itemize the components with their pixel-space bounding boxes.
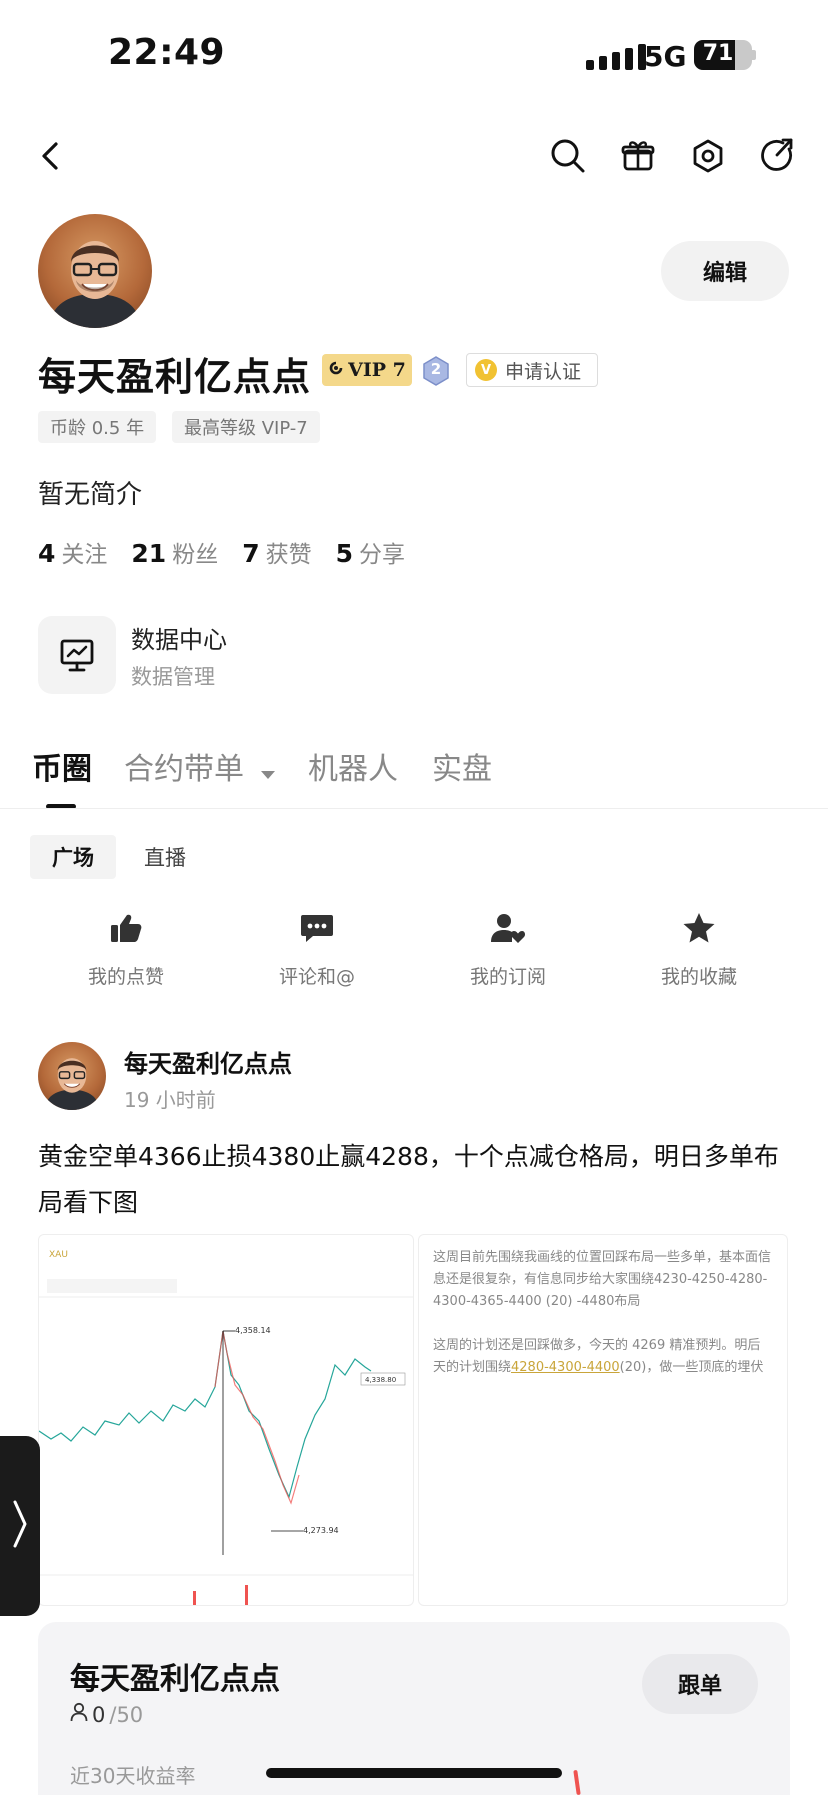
comments-mentions-label: 评论和@ bbox=[278, 966, 355, 988]
level-number: 2 bbox=[430, 360, 442, 378]
verify-button[interactable]: V 申请认证 bbox=[466, 353, 598, 387]
copy-trade-max: /50 bbox=[109, 1702, 144, 1727]
copy-trade-current: 0 bbox=[92, 1702, 106, 1727]
post-timestamp: 19 小时前 bbox=[124, 1088, 216, 1112]
chart-high-label: 4,358.14 bbox=[235, 1326, 271, 1335]
stat-followers[interactable]: 21 粉丝 bbox=[131, 535, 218, 569]
bio: 暂无简介 bbox=[38, 480, 143, 510]
note-highlight: 4280-4300-4400 bbox=[511, 1360, 620, 1375]
tab-crypto-circle[interactable]: 币圈 bbox=[32, 744, 92, 788]
my-subscriptions-action[interactable]: 我的订阅 bbox=[438, 912, 578, 989]
tab-live-account[interactable]: 实盘 bbox=[432, 744, 492, 788]
stat-following-count: 4 bbox=[38, 539, 56, 568]
username: 每天盈利亿点点 bbox=[38, 355, 312, 399]
side-drawer-handle[interactable] bbox=[0, 1436, 40, 1616]
stat-likes[interactable]: 7 获赞 bbox=[242, 535, 311, 569]
subtab-live[interactable]: 直播 bbox=[122, 835, 208, 879]
search-icon[interactable] bbox=[546, 134, 590, 178]
person-icon bbox=[70, 1702, 88, 1727]
edit-button[interactable]: 编辑 bbox=[661, 241, 789, 301]
battery-level: 71 bbox=[702, 41, 734, 66]
avatar[interactable] bbox=[38, 214, 152, 328]
data-center-icon[interactable] bbox=[38, 616, 116, 694]
battery-icon: 71 bbox=[694, 40, 752, 70]
vip-badge: VIP 7 bbox=[322, 354, 412, 386]
verify-label: 申请认证 bbox=[505, 360, 582, 383]
comments-mentions-action[interactable]: 评论和@ bbox=[247, 912, 387, 989]
user-subscribe-icon bbox=[490, 912, 526, 948]
thumbs-up-icon bbox=[109, 912, 143, 948]
status-time: 22:49 bbox=[108, 32, 226, 73]
stat-following-label: 关注 bbox=[61, 542, 108, 568]
caret-down-icon bbox=[260, 753, 276, 788]
chart-symbol: XAU bbox=[49, 1250, 68, 1260]
verified-icon: V bbox=[475, 359, 497, 381]
stat-shares-count: 5 bbox=[335, 539, 354, 568]
post-image-note[interactable]: 这周目前先围绕我画线的位置回踩布局一些多单，基本面信息还是很复杂，有信息同步给大… bbox=[418, 1234, 788, 1606]
chevron-right-icon bbox=[11, 1498, 29, 1554]
star-icon bbox=[682, 912, 716, 948]
subtab-square[interactable]: 广场 bbox=[30, 835, 116, 879]
stat-shares[interactable]: 5 分享 bbox=[336, 535, 405, 569]
copy-trade-name[interactable]: 每天盈利亿点点 bbox=[70, 1654, 280, 1698]
battery-tip bbox=[752, 50, 756, 60]
note-paragraph-2: 这周的计划还是回踩做多，今天的 4269 精准预判。明后天的计划围绕4280-4… bbox=[433, 1335, 773, 1379]
note-paragraph-1: 这周目前先围绕我画线的位置回踩布局一些多单，基本面信息还是很复杂，有信息同步给大… bbox=[433, 1250, 772, 1309]
return-30d-label: 近30天收益率 bbox=[70, 1764, 196, 1788]
my-likes-label: 我的点赞 bbox=[87, 966, 164, 988]
post-author-avatar[interactable] bbox=[38, 1042, 106, 1110]
stat-followers-label: 粉丝 bbox=[172, 542, 219, 568]
network-type: 5G bbox=[644, 40, 687, 73]
stat-likes-label: 获赞 bbox=[265, 542, 312, 568]
home-indicator[interactable] bbox=[266, 1768, 562, 1778]
my-favorites-label: 我的收藏 bbox=[660, 966, 737, 988]
copy-trade-count: 0/50 bbox=[70, 1702, 143, 1727]
follow-trade-button[interactable]: 跟单 bbox=[642, 1654, 758, 1714]
comment-icon bbox=[299, 912, 335, 948]
max-level-tag: 最高等级 VIP-7 bbox=[172, 411, 320, 443]
vip-icon bbox=[328, 359, 344, 381]
post-text[interactable]: 黄金空单4366止损4380止赢4288，十个点减仓格局，明日多单布局看下图 bbox=[38, 1134, 790, 1226]
post-author-name[interactable]: 每天盈利亿点点 bbox=[124, 1044, 292, 1079]
stat-shares-label: 分享 bbox=[359, 542, 406, 568]
vip-label: VIP 7 bbox=[348, 359, 406, 381]
share-icon[interactable] bbox=[756, 134, 800, 178]
data-center-subtitle: 数据管理 bbox=[131, 665, 215, 689]
chart-price-tag: 4,338.80 bbox=[365, 1376, 396, 1384]
stat-followers-count: 21 bbox=[131, 539, 167, 568]
back-icon[interactable] bbox=[28, 134, 72, 178]
data-center-title[interactable]: 数据中心 bbox=[131, 620, 227, 655]
signal-icon bbox=[586, 44, 646, 70]
tabs-divider bbox=[0, 808, 828, 809]
account-age-tag: 币龄 0.5 年 bbox=[38, 411, 157, 443]
post-image-chart[interactable]: XAU 4,358.14 4,273.94 4,338.80 bbox=[38, 1234, 414, 1606]
stats-row: 4 关注 21 粉丝 7 获赞 5 分享 bbox=[38, 535, 405, 569]
tab-copy-trading-label: 合约带单 bbox=[124, 752, 244, 787]
tab-robot[interactable]: 机器人 bbox=[308, 744, 398, 788]
level-badge: 2 bbox=[422, 356, 450, 386]
note-paragraph-2b: (20)，做一些顶底的埋伏 bbox=[619, 1360, 764, 1375]
tab-copy-trading[interactable]: 合约带单 bbox=[124, 744, 276, 788]
my-favorites-action[interactable]: 我的收藏 bbox=[629, 912, 769, 989]
settings-icon[interactable] bbox=[686, 134, 730, 178]
stat-likes-count: 7 bbox=[242, 539, 260, 568]
my-subscriptions-label: 我的订阅 bbox=[469, 966, 546, 988]
gift-icon[interactable] bbox=[616, 134, 660, 178]
my-likes-action[interactable]: 我的点赞 bbox=[56, 912, 196, 989]
stat-following[interactable]: 4 关注 bbox=[38, 535, 107, 569]
chart-low-label: 4,273.94 bbox=[303, 1526, 339, 1535]
